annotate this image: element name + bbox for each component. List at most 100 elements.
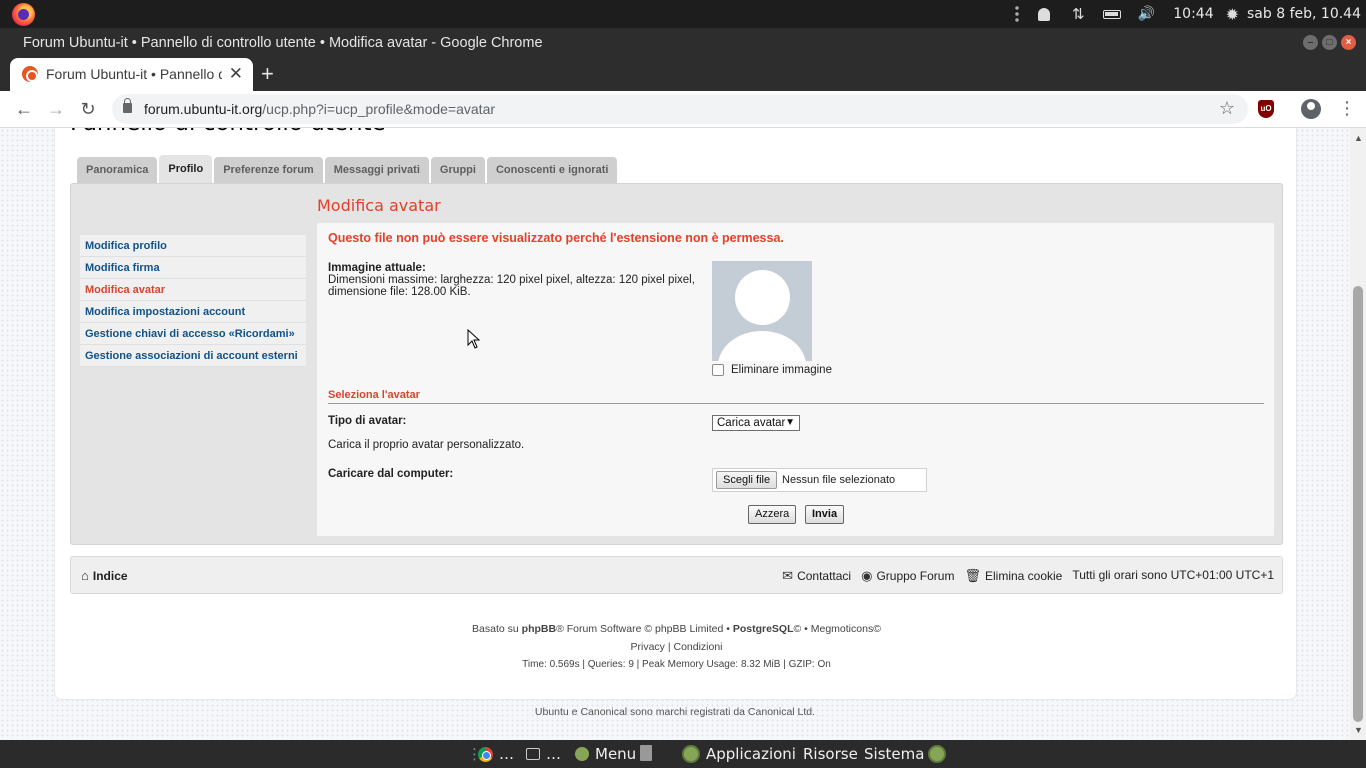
taskbar-trash[interactable] — [640, 745, 652, 761]
avatar-body-shape — [718, 331, 806, 361]
battery-icon[interactable] — [1101, 6, 1123, 22]
contact-label: Contattaci — [797, 569, 852, 583]
taskbar-terminal[interactable]: … — [526, 745, 561, 763]
current-image-label: Immagine attuale: — [328, 262, 426, 274]
taskbar-chrome[interactable]: … — [478, 745, 514, 763]
avatar-form: Questo file non può essere visualizzato … — [317, 223, 1274, 536]
delete-image-checkbox[interactable] — [712, 364, 724, 376]
reset-button[interactable]: Azzera — [748, 505, 797, 524]
trash-icon: 🗑 — [964, 568, 981, 583]
powered-mid: ® Forum Software © phpBB Limited • — [556, 623, 733, 635]
page-viewport: Pannello di controllo utente Panoramica … — [0, 128, 1350, 740]
group-link[interactable]: ◉ Gruppo Forum — [861, 568, 954, 584]
page-scrollbar[interactable]: ▲ ▼ — [1350, 128, 1366, 740]
applications-label: Applicazioni — [706, 745, 796, 763]
lock-icon[interactable] — [123, 98, 132, 113]
scroll-down-icon[interactable]: ▼ — [1354, 725, 1363, 735]
network-icon[interactable]: ⇅ — [1067, 5, 1089, 23]
debug-stats: Time: 0.569s | Queries: 9 | Peak Memory … — [522, 659, 831, 670]
new-tab-button[interactable]: + — [261, 61, 274, 87]
close-window-button[interactable]: × — [1341, 35, 1356, 50]
page-wrapper: Pannello di controllo utente Panoramica … — [54, 128, 1297, 700]
applications-menu[interactable]: Applicazioni — [682, 745, 796, 763]
terms-link[interactable]: Condizioni — [673, 641, 722, 653]
window-title-bar: Forum Ubuntu-it • Pannello di controllo … — [0, 28, 1366, 58]
tab-conoscenti-ignorati[interactable]: Conoscenti e ignorati — [486, 157, 618, 183]
notification-bell-icon[interactable] — [1033, 6, 1055, 22]
panel-mate-button[interactable] — [928, 745, 946, 763]
forward-arrow-icon[interactable]: → — [44, 97, 68, 121]
menu-impostazioni-account[interactable]: Modifica impostazioni account — [80, 301, 306, 323]
back-arrow-icon[interactable]: ← — [12, 97, 36, 121]
system-label: Sistema — [864, 745, 925, 763]
contact-link[interactable]: ✉ Contattaci — [782, 568, 851, 584]
tray-handle-icon — [1015, 5, 1020, 23]
mate-menu-icon — [575, 747, 589, 761]
places-menu[interactable]: Risorse — [803, 745, 858, 763]
upload-description: Carica il proprio avatar personalizzato. — [328, 439, 525, 451]
profile-menu: Modifica profilo Modifica firma Modifica… — [80, 235, 306, 367]
tab-profilo[interactable]: Profilo — [159, 155, 213, 183]
tab-messaggi-privati[interactable]: Messaggi privati — [324, 157, 429, 183]
error-message: Questo file non può essere visualizzato … — [328, 231, 784, 245]
home-link[interactable]: ⌂ Indice — [81, 568, 128, 583]
close-tab-icon[interactable]: ✕ — [229, 64, 243, 84]
menu-modifica-profilo[interactable]: Modifica profilo — [80, 235, 306, 257]
powered-pre: Basato su — [472, 623, 522, 635]
bookmark-star-icon[interactable]: ☆ — [1219, 98, 1235, 119]
page-title: Pannello di controllo utente — [70, 128, 386, 136]
system-menu[interactable]: Sistema — [864, 745, 924, 763]
avatar-placeholder — [712, 261, 812, 361]
privacy-link[interactable]: Privacy — [630, 641, 664, 653]
address-bar[interactable]: forum.ubuntu-it.org/ucp.php?i=ucp_profil… — [112, 94, 1248, 124]
cookies-label: Elimina cookie — [984, 569, 1063, 583]
tab-strip: Forum Ubuntu-it • Pannello di controllo … — [0, 58, 1366, 91]
url-text[interactable]: forum.ubuntu-it.org/ucp.php?i=ucp_profil… — [144, 101, 495, 117]
date-time[interactable]: sab 8 feb, 10.44 — [1247, 6, 1361, 22]
terminal-icon — [526, 748, 540, 760]
dropdown-arrow-icon: ▼ — [785, 417, 795, 428]
postgresql-link[interactable]: PostgreSQL — [733, 623, 794, 635]
mouse-cursor-icon — [467, 329, 481, 349]
menu-chiavi-ricordami[interactable]: Gestione chiavi di accesso «Ricordami» — [80, 323, 306, 345]
volume-icon[interactable]: 🔊 — [1135, 6, 1157, 22]
window-controls: – □ × — [1303, 35, 1356, 50]
clock[interactable]: 10:44 — [1173, 6, 1213, 22]
tab-preferenze-forum[interactable]: Preferenze forum — [214, 157, 323, 183]
policy-links: Privacy | Condizioni — [55, 641, 1298, 653]
ucp-tabs: Panoramica Profilo Preferenze forum Mess… — [77, 155, 618, 183]
taskbar-menu[interactable]: Menu — [575, 745, 636, 763]
bottom-panel: ⋮ … … Menu Applicazioni Risorse Sistema — [0, 740, 1366, 768]
minimize-button[interactable]: – — [1303, 35, 1318, 50]
scroll-thumb[interactable] — [1353, 286, 1363, 722]
avatar-type-label: Tipo di avatar: — [328, 415, 407, 427]
profile-avatar-icon[interactable] — [1301, 99, 1321, 119]
choose-file-button[interactable]: Scegli file — [716, 471, 778, 489]
no-file-text: Nessun file selezionato — [782, 474, 896, 486]
upload-label: Caricare dal computer: — [328, 468, 454, 480]
delete-cookies-link[interactable]: 🗑 Elimina cookie — [964, 568, 1062, 584]
menu-account-esterni[interactable]: Gestione associazioni di account esterni — [80, 345, 306, 367]
tab-gruppi[interactable]: Gruppi — [430, 157, 485, 183]
settings-gear-icon[interactable]: ✹ — [1226, 5, 1239, 24]
browser-tab[interactable]: Forum Ubuntu-it • Pannello di controllo … — [10, 58, 253, 91]
maximize-button[interactable]: □ — [1322, 35, 1337, 50]
tab-title: Forum Ubuntu-it • Pannello di controllo … — [46, 66, 222, 82]
submit-button[interactable]: Invia — [805, 505, 845, 524]
avatar-type-select[interactable]: Carica avatar ▼ — [712, 415, 800, 431]
trash-can-icon — [640, 745, 652, 761]
current-image-desc-2: dimensione file: 128.00 KiB. — [328, 286, 471, 298]
delete-image-label[interactable]: Eliminare immagine — [731, 364, 832, 376]
tab-panoramica[interactable]: Panoramica — [77, 157, 158, 183]
scroll-up-icon[interactable]: ▲ — [1354, 133, 1363, 143]
file-input[interactable]: Scegli file Nessun file selezionato — [712, 468, 927, 492]
menu-modifica-firma[interactable]: Modifica firma — [80, 257, 306, 279]
home-icon: ⌂ — [81, 568, 89, 583]
firefox-icon[interactable] — [12, 3, 35, 26]
phpbb-link[interactable]: phpBB — [522, 623, 556, 635]
menu-modifica-avatar[interactable]: Modifica avatar — [80, 279, 306, 301]
ublock-extension-icon[interactable]: uO — [1258, 100, 1274, 118]
chrome-menu-icon[interactable]: ⋮ — [1338, 98, 1356, 119]
current-image-title: Immagine attuale: — [328, 262, 426, 274]
reload-icon[interactable]: ↻ — [76, 97, 100, 121]
